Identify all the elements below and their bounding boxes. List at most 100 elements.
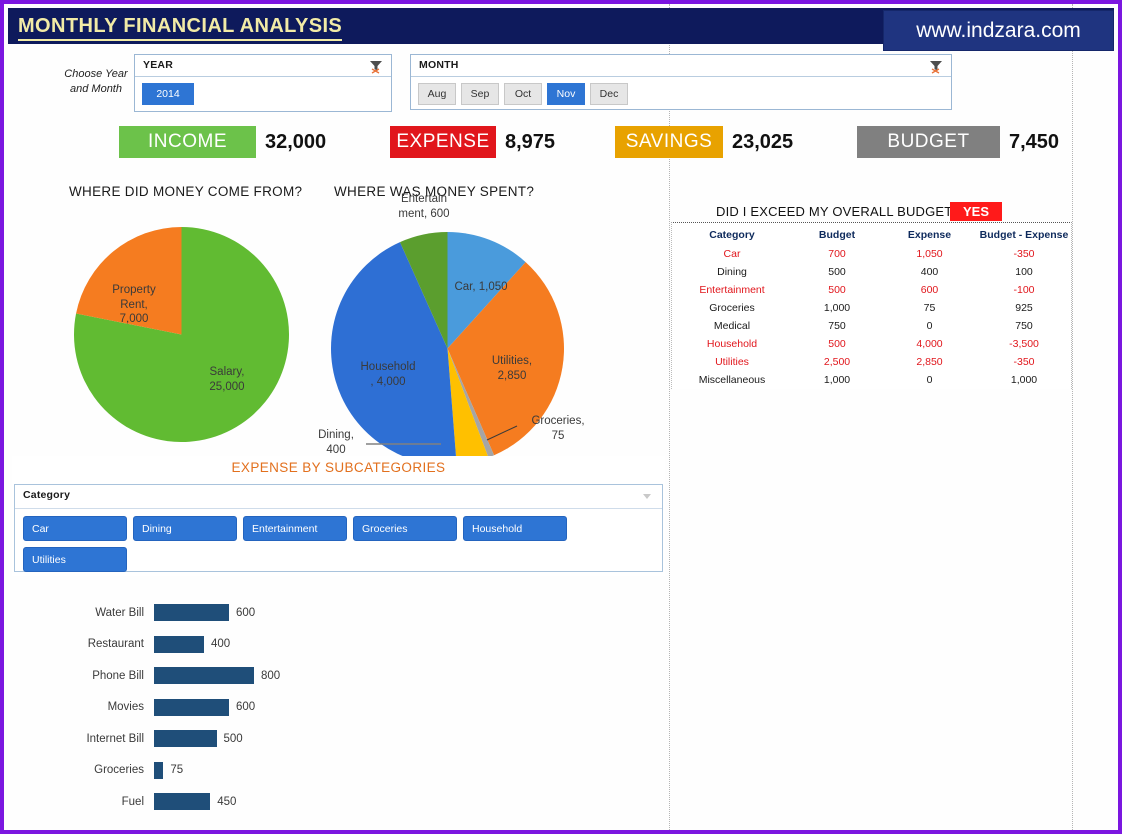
bar-row: Groceries 75 <box>59 762 183 779</box>
bar-value-label: 400 <box>211 638 230 650</box>
table-cell: 1,000 <box>792 299 882 317</box>
bar-value-label: 500 <box>224 733 243 745</box>
pie-leader-lines <box>291 232 591 492</box>
kpi-expense-label: EXPENSE <box>390 126 496 158</box>
bar-row: Internet Bill 500 <box>59 730 243 747</box>
table-cell: Medical <box>672 317 792 335</box>
month-slicer-options[interactable]: AugSepOctNovDec <box>411 77 951 111</box>
chevron-down-icon[interactable] <box>639 488 655 504</box>
bar-fill <box>154 793 210 810</box>
kpi-budget: BUDGET 7,450 <box>857 126 1059 158</box>
month-slicer[interactable]: MONTH AugSepOctNovDec <box>410 54 952 110</box>
table-cell: 700 <box>792 245 882 263</box>
subcategory-panel: EXPENSE BY SUBCATEGORIES Category CarDin… <box>12 456 665 576</box>
category-option-car[interactable]: Car <box>23 516 127 541</box>
table-row: Utilities2,5002,850-350 <box>672 353 1071 371</box>
column-header: Budget - Expense <box>977 226 1071 245</box>
table-cell: Car <box>672 245 792 263</box>
table-cell: -3,500 <box>977 335 1071 353</box>
bar-row: Movies 600 <box>59 699 255 716</box>
table-cell: Groceries <box>672 299 792 317</box>
income-pie-title: WHERE DID MONEY COME FROM? <box>69 184 302 199</box>
clear-filter-funnel-icon[interactable] <box>368 58 384 74</box>
bar-fill <box>154 730 217 747</box>
month-option-sep[interactable]: Sep <box>461 83 499 105</box>
table-cell: -350 <box>977 353 1071 371</box>
category-option-groceries[interactable]: Groceries <box>353 516 457 541</box>
year-slicer-options[interactable]: 2014 <box>135 77 391 111</box>
bar-category-label: Water Bill <box>59 607 154 619</box>
column-header: Category <box>672 226 792 245</box>
site-watermark: www.indzara.com <box>883 10 1114 51</box>
bar-value-label: 800 <box>261 670 280 682</box>
bar-category-label: Groceries <box>59 764 154 776</box>
bar-fill <box>154 762 163 779</box>
table-row: Dining500400100 <box>672 263 1071 281</box>
table-cell: 1,050 <box>882 245 977 263</box>
table-cell: 2,850 <box>882 353 977 371</box>
bar-value-label: 75 <box>170 764 183 776</box>
bar-value-label: 600 <box>236 607 255 619</box>
table-cell: 4,000 <box>882 335 977 353</box>
month-option-dec[interactable]: Dec <box>590 83 628 105</box>
table-cell: -350 <box>977 245 1071 263</box>
budget-question-label: DID I EXCEED MY OVERALL BUDGET? <box>716 204 960 219</box>
table-cell: 925 <box>977 299 1071 317</box>
year-slicer[interactable]: YEAR 2014 <box>134 54 392 112</box>
bar-value-label: 600 <box>236 701 255 713</box>
year-option-2014[interactable]: 2014 <box>142 83 194 105</box>
category-option-dining[interactable]: Dining <box>133 516 237 541</box>
category-slicer-label: Category <box>23 489 70 501</box>
bar-row: Fuel450 <box>59 793 236 810</box>
table-cell: Dining <box>672 263 792 281</box>
column-header: Expense <box>882 226 977 245</box>
kpi-income-value: 32,000 <box>265 131 326 154</box>
table-cell: 500 <box>792 281 882 299</box>
kpi-budget-label: BUDGET <box>857 126 1000 158</box>
category-option-entertainment[interactable]: Entertainment <box>243 516 347 541</box>
bar-category-label: Internet Bill <box>59 733 154 745</box>
table-cell: 75 <box>882 299 977 317</box>
category-option-household[interactable]: Household <box>463 516 567 541</box>
month-option-oct[interactable]: Oct <box>504 83 542 105</box>
table-row: Entertainment500600-100 <box>672 281 1071 299</box>
table-row: Household5004,000-3,500 <box>672 335 1071 353</box>
column-header: Budget <box>792 226 882 245</box>
pie-slice-label: Entertain ment, 600 <box>383 192 465 221</box>
kpi-savings-value: 23,025 <box>732 131 793 154</box>
table-row: Miscellaneous1,00001,000 <box>672 371 1071 389</box>
category-slicer[interactable]: Category CarDiningEntertainmentGroceries… <box>14 484 663 572</box>
category-slicer-options[interactable]: CarDiningEntertainmentGroceriesHousehold… <box>15 509 662 578</box>
filter-prompt-label: Choose Year and Month <box>56 67 136 97</box>
table-cell: -100 <box>977 281 1071 299</box>
kpi-income-label: INCOME <box>119 126 256 158</box>
budget-exceeded-badge: YES <box>950 202 1002 221</box>
bar-row: Phone Bill 800 <box>59 667 280 684</box>
table-cell: Entertainment <box>672 281 792 299</box>
clear-filter-funnel-icon[interactable] <box>928 58 944 74</box>
table-cell: Utilities <box>672 353 792 371</box>
dashboard-page: MONTHLY FINANCIAL ANALYSIS www.indzara.c… <box>0 0 1122 834</box>
month-slicer-label: MONTH <box>419 59 459 71</box>
category-option-utilities[interactable]: Utilities <box>23 547 127 572</box>
table-cell: 400 <box>882 263 977 281</box>
bar-fill <box>154 604 229 621</box>
pie-slice-label: Salary, 25,000 <box>192 365 262 394</box>
budget-comparison-table: CategoryBudgetExpenseBudget - Expense Ca… <box>671 222 1072 389</box>
kpi-budget-value: 7,450 <box>1009 131 1059 154</box>
kpi-expense-value: 8,975 <box>505 131 555 154</box>
table-cell: Household <box>672 335 792 353</box>
kpi-income: INCOME 32,000 <box>119 126 326 158</box>
month-option-aug[interactable]: Aug <box>418 83 456 105</box>
kpi-expense: EXPENSE 8,975 <box>390 126 555 158</box>
month-option-nov[interactable]: Nov <box>547 83 585 105</box>
table-cell: 1,000 <box>977 371 1071 389</box>
kpi-savings: SAVINGS 23,025 <box>615 126 793 158</box>
category-slicer-header: Category <box>15 485 662 509</box>
table-cell: 600 <box>882 281 977 299</box>
table-row: Medical7500750 <box>672 317 1071 335</box>
kpi-savings-label: SAVINGS <box>615 126 723 158</box>
bar-fill <box>154 699 229 716</box>
bar-category-label: Phone Bill <box>59 670 154 682</box>
bar-category-label: Movies <box>59 701 154 713</box>
